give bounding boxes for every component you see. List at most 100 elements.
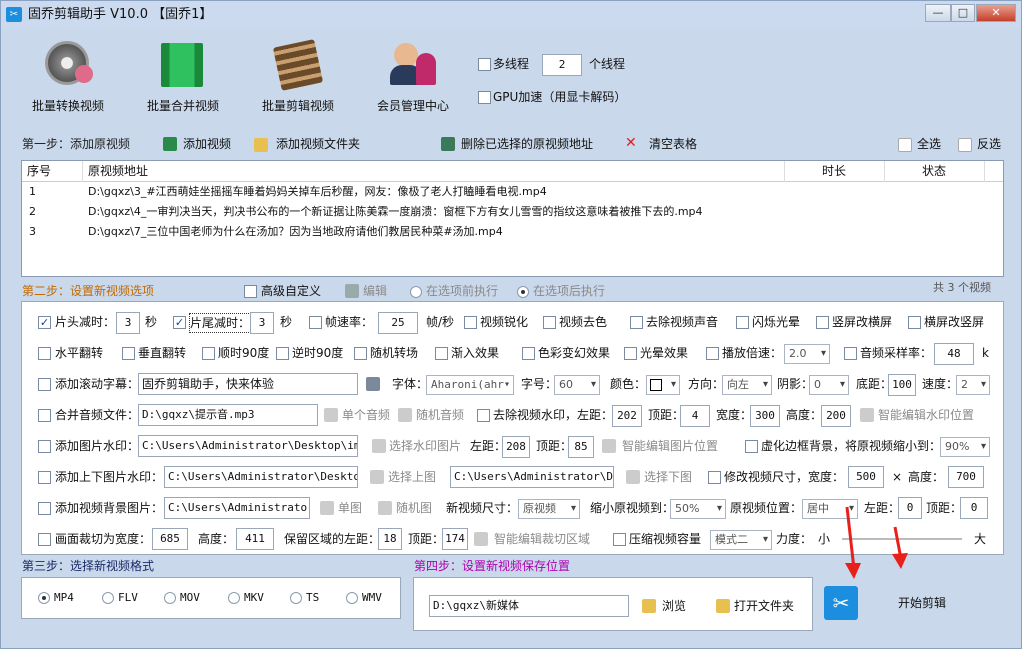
batch-merge-button[interactable]: 批量合并视频 (144, 37, 224, 117)
compress-mode-select[interactable]: 模式二 (710, 530, 772, 550)
random-image-button[interactable]: 随机图 (396, 499, 432, 517)
col-status[interactable]: 状态 (922, 162, 946, 180)
cw90-checkbox[interactable] (202, 347, 215, 360)
tail-cut-checkbox[interactable]: ✓ (173, 316, 186, 329)
img-top-input[interactable]: 85 (568, 436, 594, 458)
v2h-checkbox[interactable] (816, 316, 829, 329)
table-row[interactable]: 2 D:\gqxz\4_一审判决当天，判决书公布的一个新证据让陈美霖一度崩溃：窗… (22, 203, 1003, 222)
color-effect-checkbox[interactable] (522, 347, 535, 360)
save-path-input[interactable]: D:\gqxz\新媒体 (429, 595, 629, 617)
mute-checkbox[interactable] (630, 316, 643, 329)
smart-wm-button[interactable]: 智能编辑水印位置 (878, 406, 974, 424)
image-watermark-checkbox[interactable] (38, 440, 51, 453)
bottom-input[interactable]: 100 (888, 374, 916, 396)
speed-select[interactable]: 2.0 (784, 344, 830, 364)
tail-cut-input[interactable]: 3 (250, 312, 274, 334)
merge-audio-checkbox[interactable] (38, 409, 51, 422)
head-cut-checkbox[interactable]: ✓ (38, 316, 51, 329)
col-duration[interactable]: 时长 (822, 162, 846, 180)
resize-height-input[interactable]: 700 (948, 466, 984, 488)
shadow-select[interactable]: 0 (809, 375, 849, 395)
random-audio-button[interactable]: 随机音频 (416, 406, 464, 424)
decolor-checkbox[interactable] (543, 316, 556, 329)
clear-table-button[interactable]: 清空表格 (649, 135, 697, 153)
crop-checkbox[interactable] (38, 533, 51, 546)
wm-height-input[interactable]: 200 (821, 405, 851, 427)
scroll-speed-select[interactable]: 2 (956, 375, 990, 395)
choose-top-button[interactable]: 选择上图 (388, 468, 436, 486)
choose-image-button[interactable]: 选择水印图片 (389, 437, 461, 455)
crop-width-input[interactable]: 685 (152, 528, 188, 550)
smart-image-button[interactable]: 智能编辑图片位置 (622, 437, 718, 455)
add-folder-button[interactable]: 添加视频文件夹 (276, 135, 360, 153)
fps-checkbox[interactable] (309, 316, 322, 329)
vflip-checkbox[interactable] (122, 347, 135, 360)
minimize-button[interactable]: — (925, 4, 951, 22)
choose-bottom-button[interactable]: 选择下图 (644, 468, 692, 486)
bg-top-input[interactable]: 0 (960, 497, 988, 519)
smart-crop-button[interactable]: 智能编辑裁切区域 (494, 530, 590, 548)
scroll-caption-checkbox[interactable] (38, 378, 51, 391)
img-left-input[interactable]: 208 (502, 436, 530, 458)
ccw90-checkbox[interactable] (276, 347, 289, 360)
direction-select[interactable]: 向左 (722, 375, 772, 395)
blur-scale-select[interactable]: 90% (940, 437, 990, 457)
batch-edit-button[interactable]: 批量剪辑视频 (259, 37, 339, 117)
caption-edit-icon[interactable] (366, 377, 380, 391)
hflip-checkbox[interactable] (38, 347, 51, 360)
format-flv-radio[interactable] (102, 592, 114, 604)
wm-width-input[interactable]: 300 (750, 405, 780, 427)
crop-left-input[interactable]: 18 (378, 528, 402, 550)
glow-checkbox[interactable] (624, 347, 637, 360)
audio-path-input[interactable]: D:\gqxz\提示音.mp3 (138, 404, 318, 426)
table-row[interactable]: 1 D:\gqxz\3_#江西萌娃坐摇摇车睡着妈妈关掉车后秒醒，网友：像极了老人… (22, 183, 1003, 202)
invert-select-button[interactable]: 反选 (977, 135, 1001, 153)
col-path[interactable]: 原视频地址 (88, 162, 148, 180)
maximize-button[interactable]: □ (951, 4, 975, 22)
format-wmv-radio[interactable] (346, 592, 358, 604)
shrink-select[interactable]: 50% (670, 499, 726, 519)
blur-border-checkbox[interactable] (745, 440, 758, 453)
format-mkv-radio[interactable] (228, 592, 240, 604)
format-ts-radio[interactable] (290, 592, 302, 604)
start-edit-button[interactable]: 开始剪辑 (898, 594, 946, 612)
select-all-button[interactable]: 全选 (917, 135, 941, 153)
scroll-caption-input[interactable]: 固乔剪辑助手，快来体验 (138, 373, 358, 395)
bg-image-checkbox[interactable] (38, 502, 51, 515)
resize-checkbox[interactable] (708, 471, 721, 484)
after-radio[interactable] (517, 286, 529, 298)
resize-width-input[interactable]: 500 (848, 466, 884, 488)
compress-checkbox[interactable] (613, 533, 626, 546)
sharpen-checkbox[interactable] (464, 316, 477, 329)
transition-checkbox[interactable] (354, 347, 367, 360)
edit-button[interactable]: 编辑 (363, 282, 387, 300)
open-folder-button[interactable]: 打开文件夹 (734, 597, 794, 615)
size-select[interactable]: 60 (554, 375, 600, 395)
before-radio[interactable] (410, 286, 422, 298)
member-center-button[interactable]: 会员管理中心 (374, 37, 454, 117)
add-video-button[interactable]: 添加视频 (183, 135, 231, 153)
bg-image-path[interactable]: C:\Users\Administrator\D (164, 497, 310, 519)
thread-count-input[interactable]: 2 (542, 54, 582, 76)
batch-convert-button[interactable]: 批量转换视频 (29, 37, 109, 117)
multithread-checkbox[interactable] (478, 58, 491, 71)
remove-watermark-checkbox[interactable] (477, 409, 490, 422)
single-image-button[interactable]: 单图 (338, 499, 362, 517)
close-button[interactable]: ✕ (976, 4, 1016, 22)
advanced-checkbox[interactable] (244, 285, 257, 298)
samplerate-input[interactable]: 48 (934, 343, 974, 365)
new-size-select[interactable]: 原视频 (518, 499, 580, 519)
speed-checkbox[interactable] (706, 347, 719, 360)
table-row[interactable]: 3 D:\gqxz\7_三位中国老师为什么在汤加？因为当地政府请他们教居民种菜#… (22, 223, 1003, 242)
color-select[interactable] (646, 375, 680, 395)
fps-input[interactable]: 25 (378, 312, 418, 334)
flash-checkbox[interactable] (736, 316, 749, 329)
wm-left-input[interactable]: 202 (612, 405, 642, 427)
start-edit-icon[interactable]: ✂ (824, 586, 858, 620)
format-mov-radio[interactable] (164, 592, 176, 604)
col-index[interactable]: 序号 (27, 162, 51, 180)
head-cut-input[interactable]: 3 (116, 312, 140, 334)
font-select[interactable]: Aharoni(ahr (426, 375, 514, 395)
gpu-checkbox[interactable] (478, 91, 491, 104)
single-audio-button[interactable]: 单个音频 (342, 406, 390, 424)
